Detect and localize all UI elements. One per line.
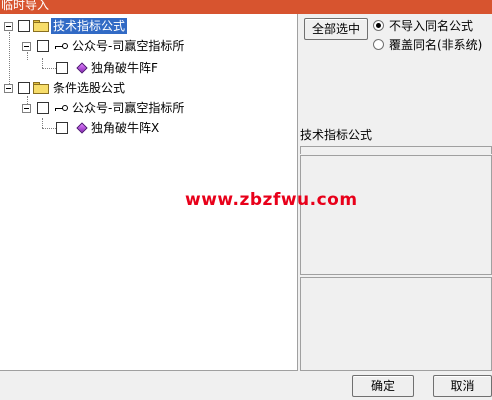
folder-icon <box>33 20 49 32</box>
tree-node-source[interactable]: 公众号-司赢空指标所 <box>0 100 200 116</box>
formula-diamond-icon <box>76 122 88 134</box>
description-box[interactable] <box>300 155 492 275</box>
category-label[interactable]: 技术指标公式 <box>51 18 128 34</box>
collapse-icon[interactable] <box>4 84 13 93</box>
info-box-top <box>300 146 492 154</box>
source-checkbox[interactable] <box>37 40 49 52</box>
no-import-label[interactable]: 不导入同名公式 <box>389 19 473 33</box>
source-label[interactable]: 公众号-司赢空指标所 <box>72 38 184 54</box>
detail-box[interactable] <box>300 277 492 371</box>
no-import-radio[interactable] <box>373 20 384 31</box>
collapse-icon[interactable] <box>22 104 31 113</box>
formula-checkbox[interactable] <box>56 62 68 74</box>
tree-node-formula[interactable]: 独角破牛阵X <box>0 120 180 136</box>
category-label[interactable]: 条件选股公式 <box>53 80 125 96</box>
title-bar: 临时导入 <box>0 0 492 14</box>
folder-icon <box>33 82 49 94</box>
key-icon <box>54 104 68 112</box>
tree-node-category[interactable]: 技术指标公式 <box>0 18 160 34</box>
ok-button[interactable]: 确定 <box>352 375 414 397</box>
overwrite-radio[interactable] <box>373 39 384 50</box>
category-info-label: 技术指标公式 <box>300 128 373 142</box>
select-all-button[interactable]: 全部选中 <box>304 18 368 40</box>
formula-label[interactable]: 独角破牛阵F <box>91 60 158 76</box>
overwrite-label[interactable]: 覆盖同名(非系统) <box>389 38 482 52</box>
tree-node-category[interactable]: 条件选股公式 <box>0 80 160 96</box>
category-checkbox[interactable] <box>18 82 30 94</box>
cancel-button[interactable]: 取消 <box>433 375 492 397</box>
formula-label[interactable]: 独角破牛阵X <box>91 120 159 136</box>
watermark-text: www.zbzfwu.com <box>185 190 358 210</box>
tree-node-formula[interactable]: 独角破牛阵F <box>0 60 180 76</box>
key-icon <box>54 42 68 50</box>
tree-node-source[interactable]: 公众号-司赢空指标所 <box>0 38 200 54</box>
category-checkbox[interactable] <box>18 20 30 32</box>
formula-checkbox[interactable] <box>56 122 68 134</box>
collapse-icon[interactable] <box>22 42 31 51</box>
window-title: 临时导入 <box>1 0 50 12</box>
formula-diamond-icon <box>76 62 88 74</box>
collapse-icon[interactable] <box>4 22 13 31</box>
source-label[interactable]: 公众号-司赢空指标所 <box>72 100 184 116</box>
footer-bar: 确定 取消 <box>0 371 492 400</box>
source-checkbox[interactable] <box>37 102 49 114</box>
